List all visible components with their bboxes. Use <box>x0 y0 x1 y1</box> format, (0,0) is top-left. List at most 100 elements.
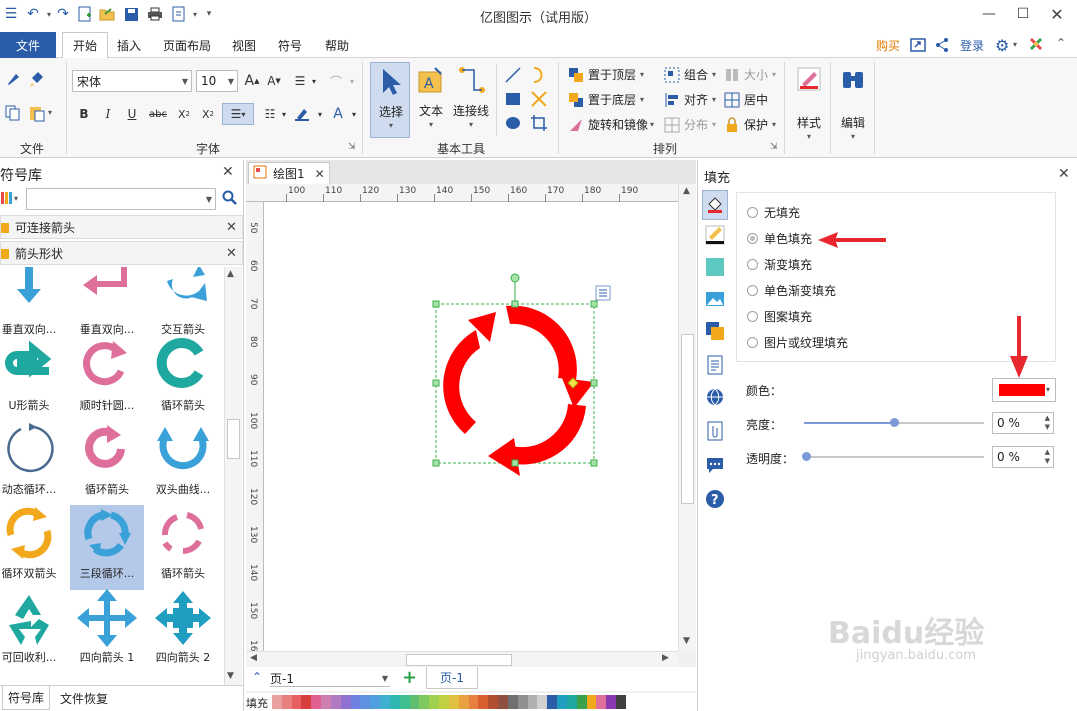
transparency-slider[interactable] <box>802 452 984 461</box>
grow-font-icon[interactable]: A ▲ <box>242 71 262 91</box>
line-tool-icon[interactable] <box>504 66 522 87</box>
palette-swatch[interactable] <box>429 695 440 709</box>
highlight-icon[interactable] <box>292 104 312 124</box>
palette-swatch[interactable] <box>409 695 420 709</box>
protect-button[interactable]: 保护 ▾ <box>724 116 776 133</box>
symbol-item[interactable]: 四向箭头 1 <box>70 589 144 674</box>
radio-solid-fill[interactable]: 单色填充 <box>747 225 812 251</box>
app-menu-icon[interactable]: ☰ <box>2 5 20 23</box>
text-tool-button[interactable]: A 文本 ▾ <box>414 62 448 138</box>
layer-icon[interactable] <box>704 320 726 342</box>
radio-gradient-fill[interactable]: 渐变填充 <box>747 251 812 277</box>
font-dialog-launcher-icon[interactable]: ⇲ <box>348 142 356 152</box>
page-select[interactable]: 页-1 ▼ <box>270 671 390 687</box>
radio-picture-texture-fill[interactable]: 图片或纹理填充 <box>747 329 848 355</box>
palette-swatch[interactable] <box>311 695 322 709</box>
rotate-mirror-button[interactable]: 旋转和镜像 ▾ <box>568 116 654 133</box>
palette-swatch[interactable] <box>340 695 351 709</box>
copy-icon[interactable] <box>4 104 22 125</box>
line-spacing-icon[interactable]: ☰ ▾ <box>222 103 254 125</box>
minimize-icon[interactable]: — <box>976 4 1002 24</box>
document-tab-close-icon[interactable]: ✕ <box>315 167 325 181</box>
tab-file-recovery[interactable]: 文件恢复 <box>60 690 108 707</box>
select-tool-button[interactable]: 选择 ▾ <box>370 62 410 138</box>
bullet-list-dropdown-icon[interactable]: ▾ <box>274 104 294 124</box>
collapse-ribbon-icon[interactable]: ⌃ <box>1056 36 1066 50</box>
section-close-icon[interactable]: ✕ <box>226 246 237 261</box>
style-button[interactable]: 样式 ▾ <box>790 62 828 152</box>
ellipse-tool-icon[interactable] <box>504 114 522 135</box>
palette-swatch[interactable] <box>606 695 616 709</box>
group-button[interactable]: 组合 ▾ <box>664 66 716 83</box>
shadow-icon[interactable] <box>704 256 726 278</box>
radio-single-gradient-fill[interactable]: 单色渐变填充 <box>747 277 836 303</box>
page-tab[interactable]: 页-1 <box>426 667 478 689</box>
brightness-slider[interactable] <box>804 418 984 427</box>
paste-icon[interactable] <box>28 104 46 125</box>
tab-symbol[interactable]: 符号 <box>268 32 312 58</box>
palette-swatch[interactable] <box>507 695 518 709</box>
palette-swatch[interactable] <box>419 695 430 709</box>
canvas-horizontal-scrollbar[interactable]: ◀ ▶ <box>246 651 678 667</box>
superscript-icon[interactable]: X2 <box>198 104 218 124</box>
scroll-right-icon[interactable]: ▶ <box>662 653 669 663</box>
color-picker[interactable]: ▾ <box>992 378 1056 402</box>
palette-swatch[interactable] <box>360 695 371 709</box>
palette-swatch[interactable] <box>380 695 390 709</box>
symbol-item[interactable]: U形箭头 <box>0 337 66 422</box>
line-style-icon[interactable] <box>704 224 726 246</box>
symbol-item[interactable]: 交互箭头 <box>146 267 220 346</box>
palette-swatch[interactable] <box>576 695 587 709</box>
close-icon[interactable]: ✕ <box>1044 4 1070 24</box>
scroll-up-icon[interactable]: ▲ <box>227 269 234 279</box>
tab-symbol-library[interactable]: 符号库 <box>2 686 50 710</box>
palette-swatch[interactable] <box>498 695 508 709</box>
symbol-item[interactable]: 循环箭头 <box>70 421 144 506</box>
highlight-dropdown-icon[interactable]: ▾ <box>310 104 330 124</box>
symbol-item[interactable]: 动态循环... <box>0 421 66 506</box>
section-close-icon[interactable]: ✕ <box>226 220 237 235</box>
font-color-dropdown-icon[interactable]: ▾ <box>344 104 364 124</box>
scroll-down-icon[interactable]: ▼ <box>227 671 234 681</box>
palette-swatch[interactable] <box>301 695 312 709</box>
attachment-icon[interactable] <box>704 420 726 442</box>
palette-swatch[interactable] <box>458 695 469 709</box>
symbol-item[interactable]: 四向箭头 2 <box>146 589 220 674</box>
palette-swatch[interactable] <box>566 695 577 709</box>
cross-point-tool-icon[interactable] <box>530 90 548 111</box>
palette-swatch[interactable] <box>439 695 449 709</box>
italic-icon[interactable]: I <box>98 104 118 124</box>
spin-arrows-icon[interactable]: ▲ ▼ <box>1045 448 1050 466</box>
library-scrollbar[interactable]: ▲ ▼ <box>224 267 242 685</box>
tab-view[interactable]: 视图 <box>222 32 266 58</box>
scroll-up-icon[interactable]: ▲ <box>683 186 690 196</box>
symbol-item[interactable]: 双头曲线... <box>146 421 220 506</box>
symbol-item[interactable]: 可回收利... <box>0 589 66 674</box>
add-page-icon[interactable]: + <box>402 667 417 688</box>
align-button[interactable]: 对齐 ▾ <box>664 91 716 108</box>
radio-no-fill[interactable]: 无填充 <box>747 199 800 225</box>
palette-swatch[interactable] <box>478 695 489 709</box>
symbol-item[interactable]: 顺时针圆... <box>70 337 144 422</box>
symbol-item[interactable]: 循环箭头 <box>146 337 220 422</box>
palette-swatch[interactable] <box>389 695 400 709</box>
palette-swatch[interactable] <box>557 695 567 709</box>
palette-swatch[interactable] <box>488 695 499 709</box>
section-header-arrow-shapes[interactable]: 箭头形状 ✕ <box>0 241 243 265</box>
symbol-item[interactable]: 垂直双向... <box>0 267 66 346</box>
image-icon[interactable] <box>704 288 726 310</box>
bold-icon[interactable]: B <box>74 104 94 124</box>
palette-swatch[interactable] <box>330 695 341 709</box>
maximize-icon[interactable]: ☐ <box>1010 4 1036 24</box>
tab-page-layout[interactable]: 页面布局 <box>153 32 221 58</box>
print-icon[interactable] <box>146 5 164 23</box>
redo-icon[interactable]: ↷ <box>54 5 72 23</box>
brightness-input[interactable]: 0 % ▲ ▼ <box>992 412 1054 434</box>
floating-toolbar-icon[interactable] <box>595 285 611 301</box>
palette-swatch[interactable] <box>527 695 538 709</box>
comment-icon[interactable] <box>704 454 726 476</box>
transparency-slider-thumb[interactable] <box>802 452 811 461</box>
palette-swatch[interactable] <box>586 695 597 709</box>
color-palette[interactable] <box>272 695 626 709</box>
scroll-thumb[interactable] <box>681 334 694 504</box>
